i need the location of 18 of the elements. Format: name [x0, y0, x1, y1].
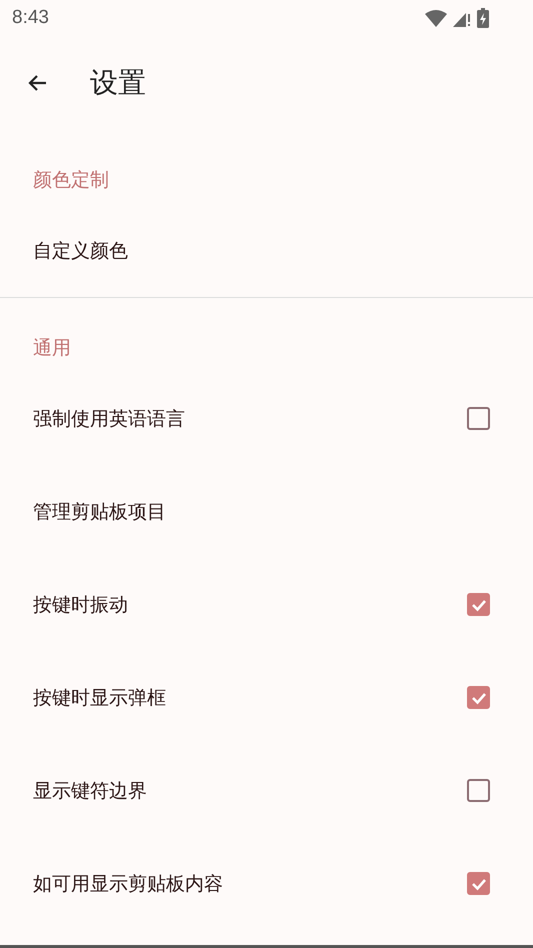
status-time: 8:43: [12, 7, 49, 29]
section-header: 颜色定制: [32, 168, 110, 193]
setting-label: 按键时振动: [33, 592, 128, 618]
checkbox[interactable]: [467, 593, 490, 616]
checkbox[interactable]: [467, 407, 490, 430]
setting-label: 如可用显示剪贴板内容: [33, 872, 223, 896]
wifi-icon: [425, 9, 447, 27]
setting-label: 强制使用英语语言: [33, 406, 185, 432]
setting-label[interactable]: 管理剪贴板项目: [33, 498, 166, 524]
battery-icon: [477, 8, 489, 28]
checkbox[interactable]: [467, 686, 490, 709]
setting-label[interactable]: 自定义颜色: [33, 238, 128, 264]
setting-label: 按键时显示弹框: [33, 686, 166, 710]
checkbox[interactable]: [467, 779, 490, 802]
checkbox[interactable]: [467, 872, 490, 895]
page-title: 设置: [90, 65, 146, 101]
setting-label: 显示键符边界: [33, 778, 147, 804]
section-header: 通用: [32, 336, 72, 361]
